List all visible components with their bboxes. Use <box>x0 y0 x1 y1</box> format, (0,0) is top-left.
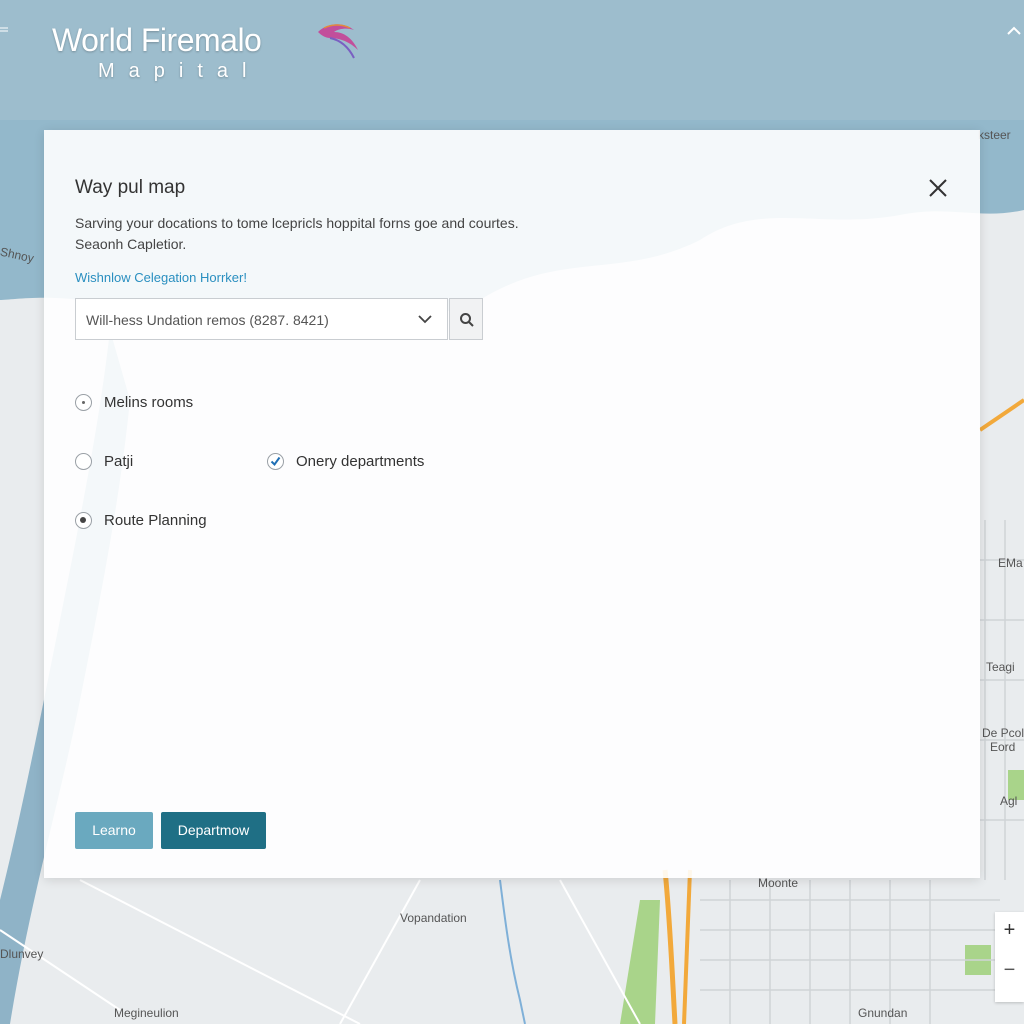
chevron-down-icon <box>418 315 432 324</box>
location-select[interactable]: Will-hess Undation remos (8287. 8421) <box>75 298 448 340</box>
zoom-controls: + − <box>995 912 1024 1002</box>
bird-logo-icon <box>318 24 358 59</box>
close-icon[interactable] <box>924 174 952 202</box>
map-label: Vopandation <box>400 911 467 925</box>
option-label: Patji <box>104 453 134 470</box>
dialog-description: Sarving your docations to tome lcepricls… <box>75 213 519 255</box>
radio-button[interactable] <box>75 394 92 411</box>
select-value: Will-hess Undation remos (8287. 8421) <box>86 312 329 328</box>
search-button[interactable] <box>449 298 483 340</box>
option-label: Melins rooms <box>104 394 194 411</box>
map-label: Agl <box>1000 794 1018 808</box>
map-label: Teagi <box>986 660 1015 674</box>
option-label: Onery departments <box>296 453 425 470</box>
map-label: Moonte <box>758 876 799 890</box>
radio-button[interactable] <box>75 512 92 529</box>
description-line: Seaonh Capletior. <box>75 236 187 252</box>
option-patji[interactable]: Patji <box>75 453 195 473</box>
zoom-out-button[interactable]: − <box>995 952 1024 988</box>
map-label: Gnundan <box>858 1006 908 1020</box>
brand-subtitle: Mapital <box>98 60 261 82</box>
dialog-title: Way pul map <box>75 177 186 198</box>
learn-button[interactable]: Learno <box>75 812 153 849</box>
brand-name: World Firemalo <box>52 22 262 58</box>
map-label: Megineulion <box>114 1006 179 1020</box>
map-label: Dlunvey <box>0 947 44 961</box>
option-melins-rooms[interactable]: Melins rooms <box>75 394 275 414</box>
checkbox[interactable] <box>267 453 284 470</box>
settings-icon[interactable] <box>1006 26 1022 36</box>
brand: World Firemalo Mapital <box>52 22 372 92</box>
description-line: Sarving your docations to tome lcepricls… <box>75 215 519 231</box>
search-icon <box>460 313 474 327</box>
map-dialog: Way pul map Sarving your docations to to… <box>44 130 980 878</box>
map-label: EMa <box>998 556 1023 570</box>
zoom-in-button[interactable]: + <box>995 912 1024 948</box>
menu-icon[interactable] <box>0 26 10 36</box>
option-route-planning[interactable]: Route Planning <box>75 512 275 532</box>
map-label: ksteer <box>978 128 1011 142</box>
map-label: Eord <box>990 740 1016 754</box>
radio-button[interactable] <box>75 453 92 470</box>
map-label: De Pcoli <box>982 726 1024 740</box>
department-button[interactable]: Departmow <box>161 812 266 849</box>
delegation-link[interactable]: Wishnlow Celegation Horrker! <box>75 270 247 285</box>
option-label: Route Planning <box>104 512 207 529</box>
option-onery-departments[interactable]: Onery departments <box>267 453 467 473</box>
checkmark-icon <box>270 456 281 467</box>
